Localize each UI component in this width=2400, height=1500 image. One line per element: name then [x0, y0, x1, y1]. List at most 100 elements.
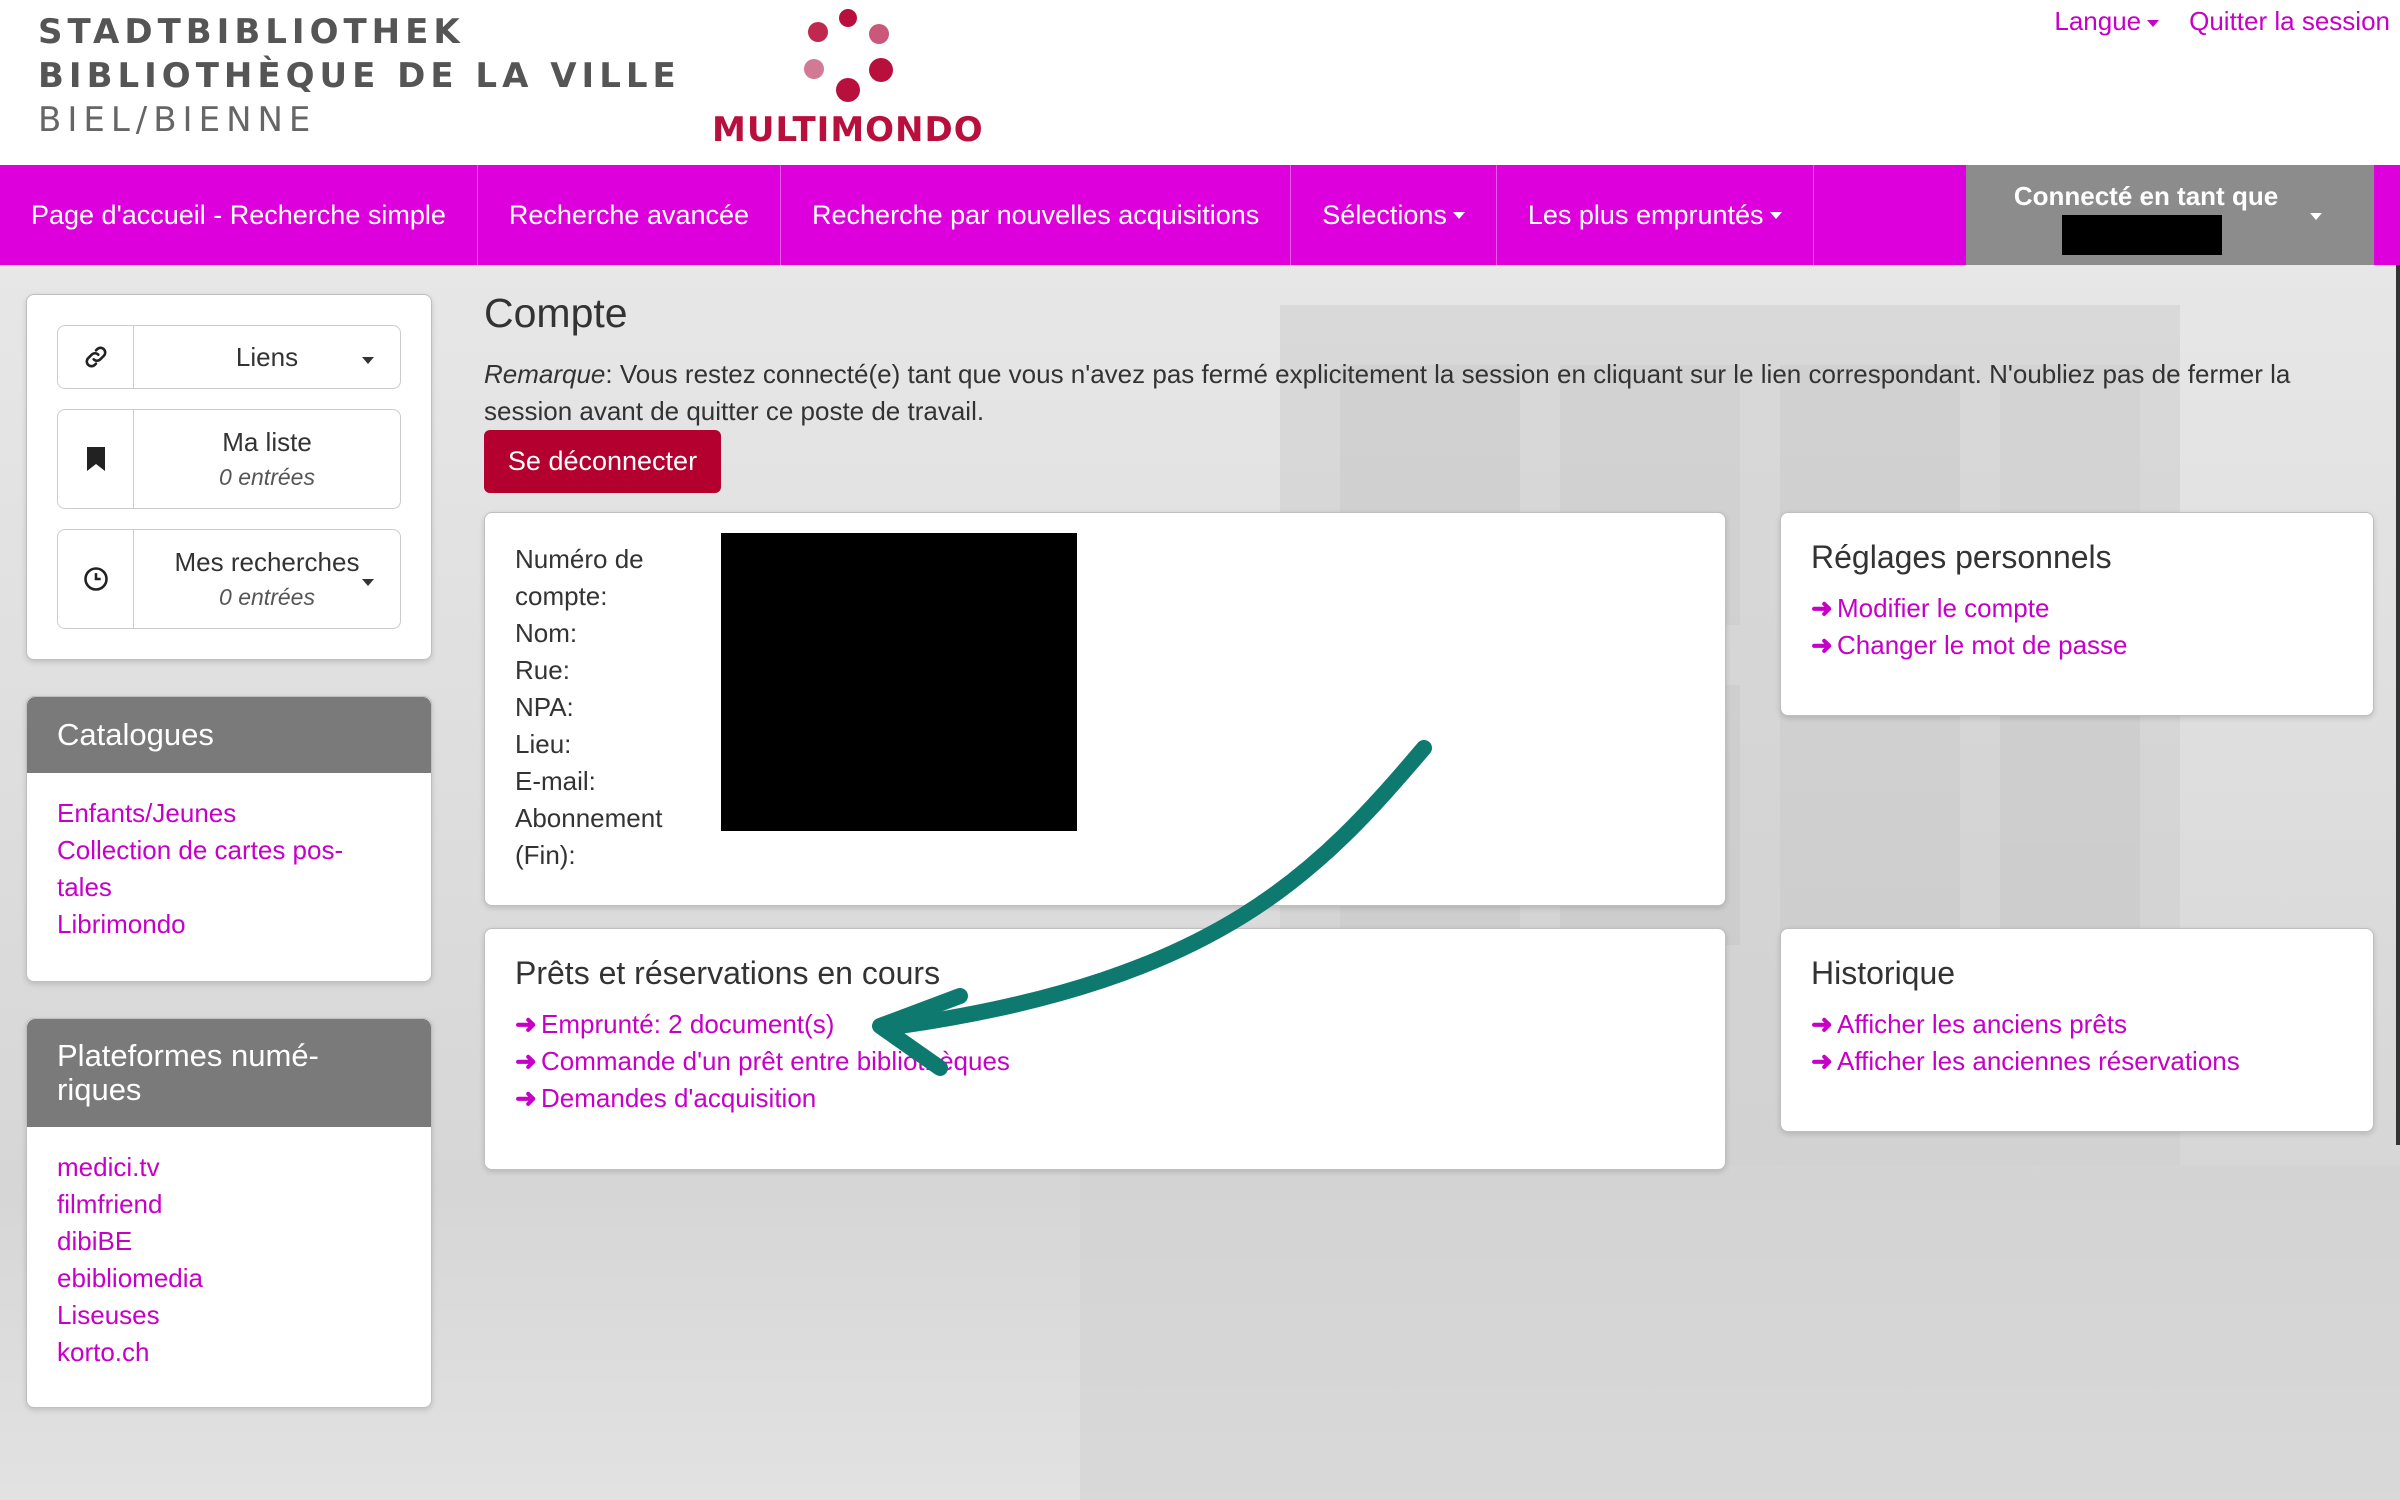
- quit-session-link[interactable]: Quitter la session: [2189, 6, 2390, 37]
- clock-icon: [58, 530, 134, 628]
- arrow-right-icon: ➜: [1811, 1046, 1833, 1076]
- chevron-down-icon: [1452, 211, 1465, 219]
- page-header: STADTBIBLIOTHEK BIBLIOTHÈQUE DE LA VILLE…: [0, 0, 2400, 165]
- borrowed-documents-link[interactable]: ➜ Emprunté: 2 document(s): [515, 1006, 1695, 1043]
- history-card: Historique ➜ Afficher les anciens prêts ➜…: [1780, 928, 2374, 1132]
- page-title: Compte: [484, 290, 628, 336]
- nav-most-borrowed[interactable]: Les plus empruntés: [1497, 165, 1814, 265]
- street-label: Rue:: [515, 655, 570, 685]
- postcode-label: NPA:: [515, 692, 574, 722]
- catalogue-link-postcards[interactable]: Collection de cartes pos-: [57, 832, 401, 869]
- loans-reservations-card: Prêts et réservations en cours ➜ Emprunté…: [484, 928, 1726, 1170]
- chevron-down-icon: [2310, 213, 2322, 220]
- page-scrollbar[interactable]: [2396, 265, 2400, 1145]
- catalogues-title: Catalogues: [27, 697, 431, 773]
- account-details-card: Numéro de compte: Nom: Rue: NPA: Lieu: E…: [484, 512, 1726, 906]
- account-field-labels: Numéro de compte: Nom: Rue: NPA: Lieu: E…: [515, 541, 690, 874]
- platform-link-medici[interactable]: medici.tv: [57, 1149, 401, 1186]
- catalogue-link-librimondo[interactable]: Librimondo: [57, 906, 401, 943]
- change-password-label: Changer le mot de passe: [1837, 630, 2128, 660]
- multimondo-logo-text: MULTIMONDO: [712, 110, 984, 150]
- language-menu[interactable]: Langue: [2054, 6, 2160, 37]
- edit-account-link[interactable]: ➜ Modifier le compte: [1811, 590, 2343, 627]
- language-label: Langue: [2054, 6, 2142, 36]
- platform-link-filmfriend[interactable]: filmfriend: [57, 1186, 401, 1223]
- remark-label: Remarque: [484, 359, 606, 389]
- library-name-line-3: BIEL/BIENNE: [38, 100, 317, 140]
- my-list-button[interactable]: Ma liste 0 entrées: [57, 409, 401, 509]
- email-label: E-mail:: [515, 766, 596, 796]
- digital-platforms-title-line-2: riques: [57, 1072, 142, 1107]
- multimondo-logo[interactable]: MULTIMONDO: [712, 4, 984, 154]
- my-list-count: 0 entrées: [219, 464, 315, 490]
- platform-link-korto[interactable]: korto.ch: [57, 1334, 401, 1371]
- interlibrary-loan-label: Commande d'un prêt entre bibliothèques: [541, 1046, 1010, 1076]
- digital-platforms-title: Plateformes numé- riques: [27, 1019, 431, 1127]
- arrow-right-icon: ➜: [515, 1083, 537, 1113]
- link-icon: [58, 326, 134, 388]
- redacted-account-details: [721, 533, 1077, 831]
- nav-most-borrowed-label: Les plus empruntés: [1527, 199, 1764, 230]
- past-loans-label: Afficher les anciens prêts: [1837, 1009, 2127, 1039]
- arrow-right-icon: ➜: [515, 1046, 537, 1076]
- chevron-down-icon: [362, 357, 374, 364]
- library-name-line-1: STADTBIBLIOTHEK: [38, 12, 465, 52]
- name-label: Nom:: [515, 618, 578, 648]
- account-number-label: Numéro de: [515, 544, 644, 574]
- nav-new-acquisitions-label: Recherche par nouvelles acquisitions: [812, 199, 1260, 230]
- catalogue-link-children[interactable]: Enfants/Jeunes: [57, 795, 401, 832]
- my-searches-count: 0 entrées: [219, 584, 315, 610]
- change-password-link[interactable]: ➜ Changer le mot de passe: [1811, 627, 2343, 664]
- nav-selections-label: Sélections: [1322, 199, 1447, 230]
- catalogue-link-postcards-cont[interactable]: tales: [57, 869, 401, 906]
- nav-simple-search[interactable]: Page d'accueil - Recherche simple: [0, 165, 478, 265]
- catalogues-list: Enfants/Jeunes Collection de cartes pos-…: [27, 773, 431, 965]
- loans-reservations-title: Prêts et réservations en cours: [515, 955, 941, 991]
- arrow-right-icon: ➜: [515, 1009, 537, 1039]
- platform-link-ebibliomedia[interactable]: ebibliomedia: [57, 1260, 401, 1297]
- arrow-right-icon: ➜: [1811, 1009, 1833, 1039]
- redacted-username: [2062, 215, 2222, 255]
- my-list-label: Ma liste: [222, 427, 312, 457]
- nav-advanced-search-label: Recherche avancée: [508, 199, 750, 230]
- main-navbar: Page d'accueil - Recherche simple Recher…: [0, 165, 2400, 265]
- library-logo-text[interactable]: STADTBIBLIOTHEK BIBLIOTHÈQUE DE LA VILLE…: [38, 10, 681, 142]
- acquisition-requests-link[interactable]: ➜ Demandes d'acquisition: [515, 1080, 1695, 1117]
- user-menu[interactable]: Connecté en tant que: [1966, 165, 2374, 265]
- nav-selections[interactable]: Sélections: [1291, 165, 1497, 265]
- account-number-label-cont: compte:: [515, 581, 608, 611]
- personal-settings-title: Réglages personnels: [1811, 539, 2112, 575]
- catalogues-box: Catalogues Enfants/Jeunes Collection de …: [26, 696, 432, 982]
- my-searches-button[interactable]: Mes recherches 0 entrées: [57, 529, 401, 629]
- interlibrary-loan-link[interactable]: ➜ Commande d'un prêt entre bibliothèques: [515, 1043, 1695, 1080]
- past-reservations-link[interactable]: ➜ Afficher les anciennes réservations: [1811, 1043, 2343, 1080]
- chevron-down-icon: [1769, 211, 1782, 219]
- session-remark: Remarque: Vous restez connecté(e) tant q…: [484, 356, 2374, 430]
- nav-simple-search-label: Page d'accueil - Recherche simple: [31, 199, 446, 230]
- subscription-end-label: (Fin):: [515, 840, 576, 870]
- digital-platforms-box: Plateformes numé- riques medici.tv filmf…: [26, 1018, 432, 1408]
- subscription-label: Abonnement: [515, 803, 663, 833]
- logged-in-label: Connecté en tant que: [2013, 181, 2279, 211]
- multimondo-dots-icon: [804, 9, 893, 102]
- links-label: Liens: [235, 341, 299, 372]
- acquisition-requests-label: Demandes d'acquisition: [541, 1083, 817, 1113]
- nav-new-acquisitions[interactable]: Recherche par nouvelles acquisitions: [781, 165, 1292, 265]
- logout-button[interactable]: Se déconnecter: [484, 430, 721, 493]
- library-name-line-2: BIBLIOTHÈQUE DE LA VILLE: [38, 56, 681, 96]
- digital-platforms-title-line-1: Plateformes numé-: [57, 1038, 319, 1073]
- links-dropdown-button[interactable]: Liens: [57, 325, 401, 389]
- platform-link-dibibe[interactable]: dibiBE: [57, 1223, 401, 1260]
- digital-platforms-list: medici.tv filmfriend dibiBE ebibliomedia…: [27, 1127, 431, 1393]
- nav-advanced-search[interactable]: Recherche avancée: [478, 165, 782, 265]
- past-reservations-label: Afficher les anciennes réservations: [1837, 1046, 2240, 1076]
- past-loans-link[interactable]: ➜ Afficher les anciens prêts: [1811, 1006, 2343, 1043]
- personal-settings-card: Réglages personnels ➜ Modifier le compte …: [1780, 512, 2374, 716]
- borrowed-documents-label: Emprunté: 2 document(s): [541, 1009, 835, 1039]
- history-title: Historique: [1811, 955, 1956, 991]
- sidebar-user-panel: Liens Ma liste 0 entrées Mes recherches …: [26, 294, 432, 660]
- platform-link-liseuses[interactable]: Liseuses: [57, 1297, 401, 1334]
- arrow-right-icon: ➜: [1811, 630, 1833, 660]
- chevron-down-icon: [362, 579, 374, 586]
- city-label: Lieu:: [515, 729, 572, 759]
